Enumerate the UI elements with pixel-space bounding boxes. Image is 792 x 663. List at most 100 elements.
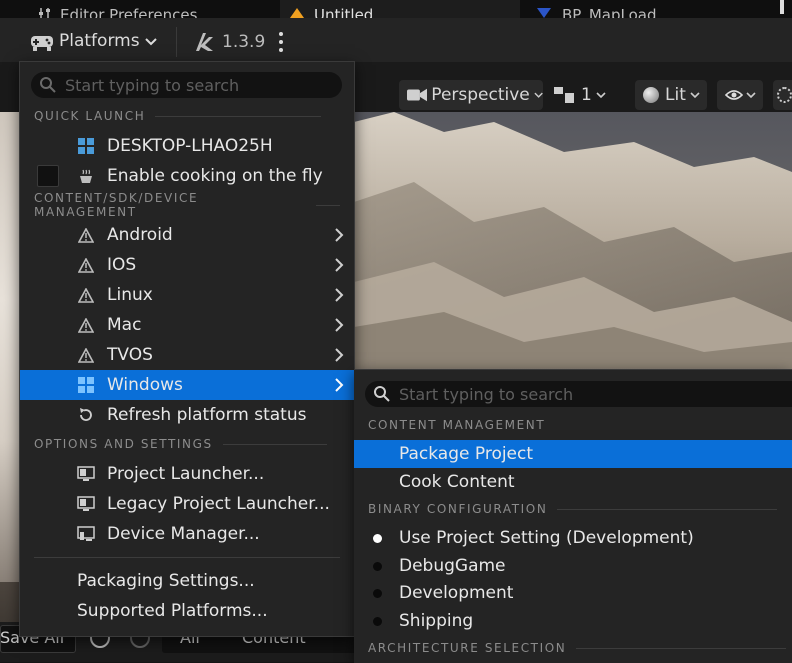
section-label: CONTENT/SDK/DEVICE MANAGEMENT bbox=[34, 191, 199, 219]
platforms-label: Platforms bbox=[59, 31, 140, 51]
chevron-right-icon bbox=[335, 318, 344, 332]
menu-item-device-manager[interactable]: Device Manager... bbox=[20, 519, 354, 549]
menu-item-label: IOS bbox=[107, 255, 137, 275]
search-icon bbox=[374, 386, 390, 402]
section-label: ARCHITECTURE SELECTION bbox=[368, 641, 567, 655]
chevron-down-icon bbox=[534, 92, 543, 98]
menu-item-label: TVOS bbox=[107, 345, 153, 365]
refresh-icon bbox=[77, 406, 95, 424]
view-mode-button[interactable]: Lit bbox=[635, 80, 707, 110]
menu-item-label: Project Launcher... bbox=[107, 464, 265, 484]
perspective-label: Perspective bbox=[431, 85, 530, 105]
menu-item-project-launcher[interactable]: Project Launcher... bbox=[20, 459, 354, 489]
warning-icon bbox=[77, 286, 95, 304]
lit-label: Lit bbox=[665, 85, 686, 105]
document-tab-strip: Editor Preferences Untitled BP_MapLoad bbox=[0, 0, 792, 18]
menu-item-refresh[interactable]: Refresh platform status bbox=[20, 400, 354, 430]
menu-item-label: Package Project bbox=[399, 444, 534, 464]
main-toolbar: Platforms 1.3.9 bbox=[0, 18, 792, 62]
windows-submenu: Start typing to search CONTENT MANAGEMEN… bbox=[354, 369, 792, 663]
warning-icon bbox=[77, 346, 95, 364]
chevron-right-icon bbox=[335, 378, 344, 392]
section-options: OPTIONS AND SETTINGS bbox=[34, 435, 340, 453]
menu-item-supported-platforms[interactable]: Supported Platforms... bbox=[20, 596, 354, 626]
menu-item-label: Cook Content bbox=[399, 472, 515, 492]
radio-icon bbox=[373, 616, 382, 626]
camera-speed-label: 1 bbox=[581, 85, 592, 105]
show-flags-button[interactable] bbox=[717, 80, 763, 110]
camera-icon bbox=[407, 88, 428, 102]
platforms-search[interactable]: Start typing to search bbox=[31, 72, 342, 98]
menu-item-label: Device Manager... bbox=[107, 524, 260, 544]
tab-untitled[interactable]: Untitled bbox=[280, 0, 520, 18]
terrain-render bbox=[354, 112, 792, 368]
menu-item-development[interactable]: Development bbox=[354, 579, 792, 607]
menu-item-shipping[interactable]: Shipping bbox=[354, 607, 792, 635]
menu-item-label: Mac bbox=[107, 315, 142, 335]
section-architecture: ARCHITECTURE SELECTION bbox=[368, 639, 792, 657]
windows-icon bbox=[77, 137, 95, 155]
perspective-button[interactable]: Perspective bbox=[399, 80, 543, 110]
menu-item-label: Enable cooking on the fly bbox=[107, 166, 323, 186]
windows-icon bbox=[77, 376, 95, 394]
section-binary-configuration: BINARY CONFIGURATION bbox=[368, 500, 792, 518]
menu-item-android[interactable]: Android bbox=[20, 220, 354, 250]
sliders-icon bbox=[39, 8, 50, 18]
tab-editor-preferences[interactable]: Editor Preferences bbox=[30, 0, 276, 18]
menu-item-debuggame[interactable]: DebugGame bbox=[354, 552, 792, 580]
camera-speed-button[interactable]: 1 bbox=[552, 80, 607, 110]
menu-item-label: DESKTOP-LHAO25H bbox=[107, 136, 273, 156]
search-placeholder: Start typing to search bbox=[399, 384, 574, 404]
platforms-button[interactable]: Platforms bbox=[30, 30, 157, 52]
menu-item-label: Windows bbox=[107, 375, 183, 395]
menu-item-ios[interactable]: IOS bbox=[20, 250, 354, 280]
menu-item-package-project[interactable]: Package Project bbox=[354, 440, 792, 468]
cooking-checkbox[interactable] bbox=[37, 165, 59, 187]
more-options-icon[interactable] bbox=[278, 32, 284, 54]
menu-item-label: Refresh platform status bbox=[107, 405, 307, 425]
search-icon bbox=[40, 77, 56, 93]
section-label: OPTIONS AND SETTINGS bbox=[34, 437, 213, 451]
menu-item-label: Development bbox=[399, 583, 514, 603]
menu-item-use-project-setting[interactable]: Use Project Setting (Development) bbox=[354, 524, 792, 552]
menu-item-linux[interactable]: Linux bbox=[20, 280, 354, 310]
menu-item-windows[interactable]: Windows bbox=[20, 370, 354, 400]
chevron-right-icon bbox=[335, 258, 344, 272]
viewport-left-sky bbox=[0, 112, 20, 582]
menu-item-tvos[interactable]: TVOS bbox=[20, 340, 354, 370]
menu-item-label: Legacy Project Launcher... bbox=[107, 494, 330, 514]
menu-item-device[interactable]: DESKTOP-LHAO25H bbox=[20, 131, 354, 161]
menu-item-legacy-launcher[interactable]: Legacy Project Launcher... bbox=[20, 489, 354, 519]
menu-item-cooking[interactable]: Enable cooking on the fly bbox=[20, 161, 354, 191]
gamepad-icon bbox=[31, 36, 53, 51]
chevron-right-icon bbox=[335, 348, 344, 362]
search-placeholder: Start typing to search bbox=[65, 75, 240, 95]
menu-item-label: Use Project Setting (Development) bbox=[399, 528, 694, 548]
tab-bp-mapload[interactable]: BP_MapLoad bbox=[524, 0, 784, 18]
chevron-down-icon bbox=[596, 92, 606, 99]
section-content-management: CONTENT MANAGEMENT bbox=[368, 416, 792, 434]
chevron-down-icon bbox=[144, 38, 157, 46]
menu-item-label: Packaging Settings... bbox=[77, 571, 255, 591]
menu-item-mac[interactable]: Mac bbox=[20, 310, 354, 340]
viewport-options-button[interactable] bbox=[773, 80, 792, 110]
windows-search[interactable]: Start typing to search bbox=[365, 381, 792, 407]
options-icon bbox=[777, 87, 792, 103]
chevron-right-icon bbox=[335, 288, 344, 302]
tab-label: Untitled bbox=[314, 6, 374, 19]
menu-divider bbox=[34, 557, 340, 558]
tab-label: Editor Preferences bbox=[60, 6, 198, 19]
menu-item-packaging-settings[interactable]: Packaging Settings... bbox=[20, 566, 354, 596]
menu-item-label: Supported Platforms... bbox=[77, 601, 268, 621]
menu-item-cook-content[interactable]: Cook Content bbox=[354, 468, 792, 496]
radio-icon bbox=[373, 561, 382, 571]
blueprint-icon bbox=[537, 8, 551, 18]
chevron-right-icon bbox=[335, 228, 344, 242]
version-button[interactable]: 1.3.9 bbox=[193, 31, 265, 53]
warning-icon bbox=[77, 256, 95, 274]
menu-item-label: DebugGame bbox=[399, 556, 506, 576]
tab-close-icon[interactable] bbox=[780, 0, 784, 14]
section-label: CONTENT MANAGEMENT bbox=[368, 418, 546, 432]
warning-icon bbox=[77, 226, 95, 244]
version-label: 1.3.9 bbox=[222, 32, 266, 52]
